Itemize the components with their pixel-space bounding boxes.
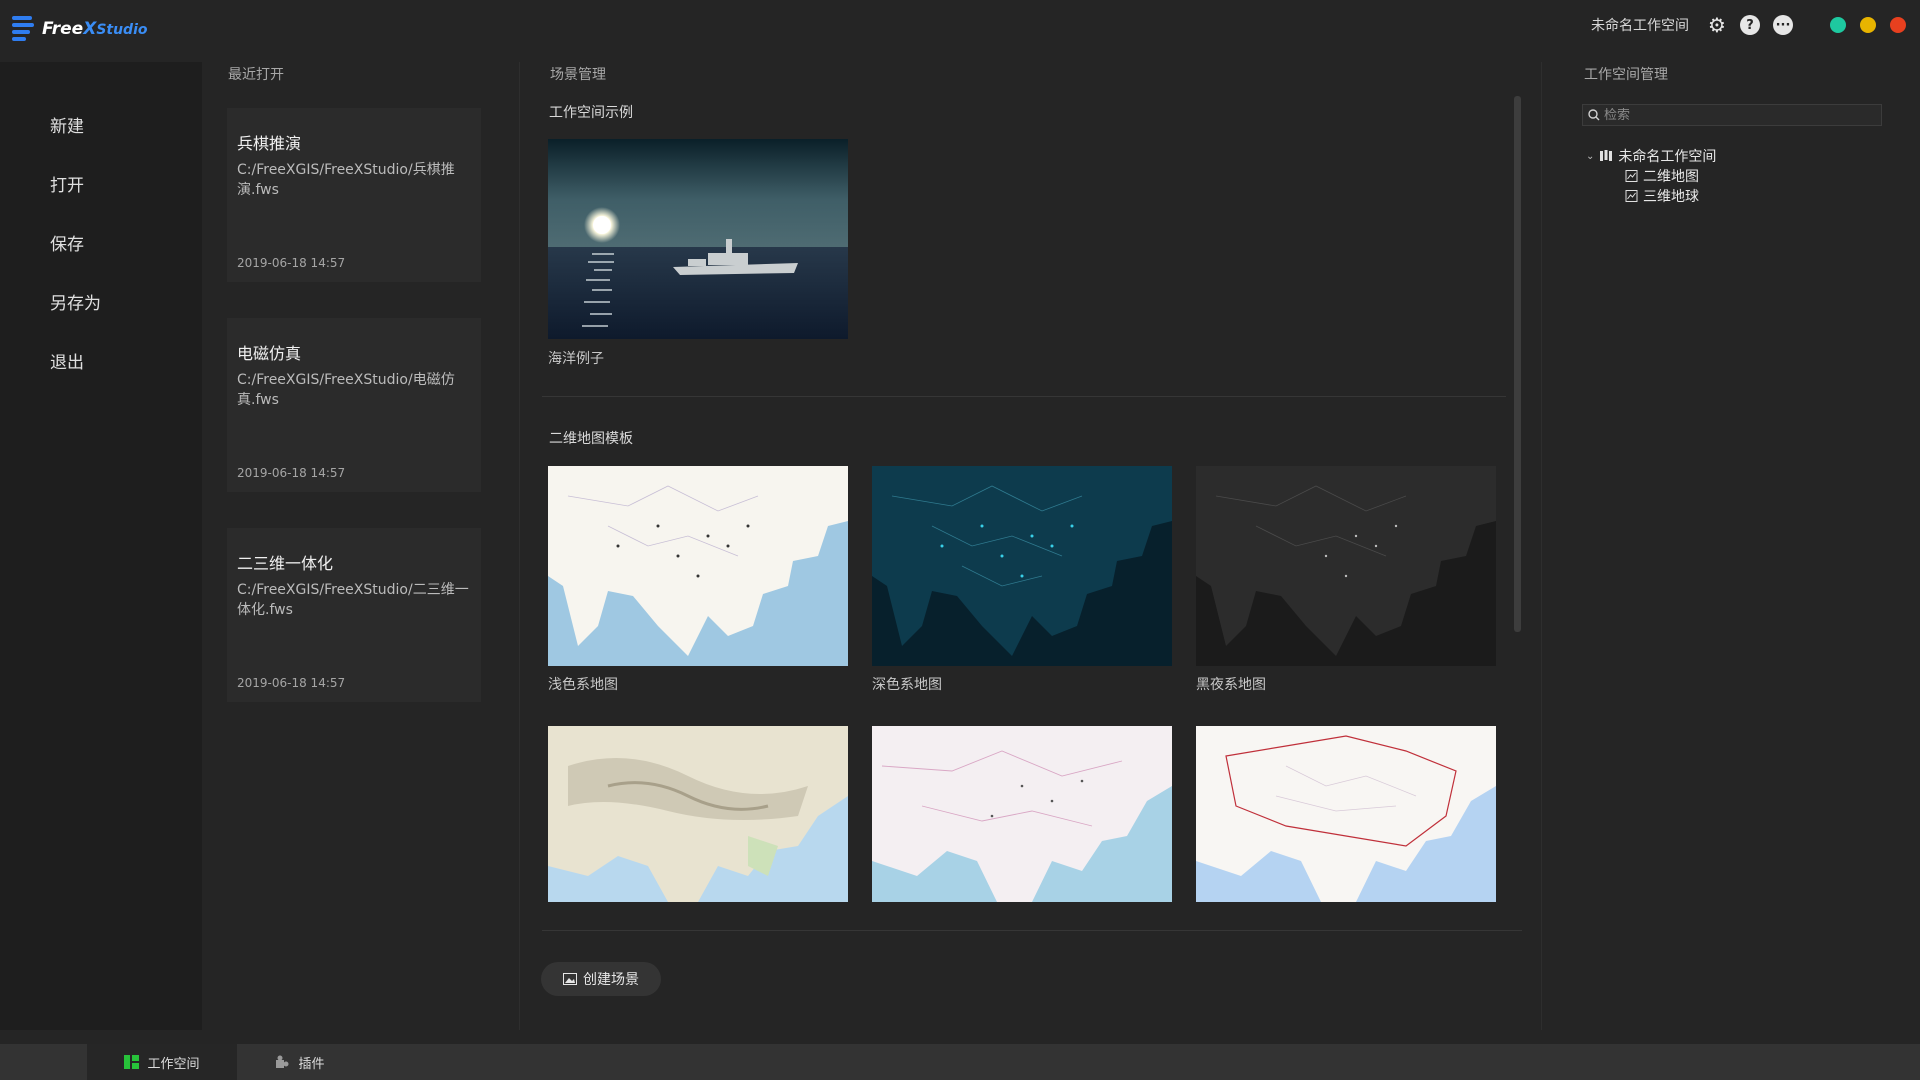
create-scene-button[interactable]: 创建场景 xyxy=(541,962,661,996)
menu-open[interactable]: 打开 xyxy=(50,171,84,196)
scene-scrollbar[interactable] xyxy=(1514,96,1521,632)
admin-map-thumbnail[interactable] xyxy=(1196,726,1496,902)
tree-item-3d-globe[interactable]: 三维地球 xyxy=(1625,186,1699,206)
plugin-icon xyxy=(276,1055,289,1068)
light-map-thumbnail[interactable] xyxy=(548,466,848,666)
create-scene-label: 创建场景 xyxy=(583,972,639,988)
menu-save[interactable]: 保存 xyxy=(50,230,84,255)
menu-exit[interactable]: 退出 xyxy=(50,348,84,373)
night-map-thumbnail[interactable] xyxy=(1196,466,1496,666)
tree-item-2d-map[interactable]: 二维地图 xyxy=(1625,166,1699,186)
window-minimize-dot[interactable] xyxy=(1830,17,1846,33)
image-icon xyxy=(563,973,577,985)
workspace-name: 未命名工作空间 xyxy=(1591,18,1689,34)
recent-card[interactable]: 电磁仿真 C:/FreeXGIS/FreeXStudio/电磁仿真.fws 20… xyxy=(227,318,481,492)
workspace-icon xyxy=(124,1055,140,1069)
scene-panel: 场景管理 工作空间示例 海洋例子 二维地图模板 浅色系地图 深色系地图 黑夜系地… xyxy=(521,62,1541,1030)
recent-card-path: C:/FreeXGIS/FreeXStudio/二三维一体化.fws xyxy=(237,582,469,618)
map-icon xyxy=(1600,150,1613,161)
recent-title: 最近打开 xyxy=(228,67,284,83)
template-section-title: 二维地图模板 xyxy=(549,431,633,447)
recent-card[interactable]: 兵棋推演 C:/FreeXGIS/FreeXStudio/兵棋推演.fws 20… xyxy=(227,108,481,282)
bottom-tab-bar: 工作空间 插件 xyxy=(0,1044,1920,1080)
search-input[interactable] xyxy=(1604,107,1864,123)
recent-card-path: C:/FreeXGIS/FreeXStudio/兵棋推演.fws xyxy=(237,162,455,198)
tab-plugins-label: 插件 xyxy=(298,1056,325,1072)
section-divider xyxy=(542,396,1506,397)
tree-root[interactable]: ⌄ 未命名工作空间 xyxy=(1586,146,1716,166)
recent-card[interactable]: 二三维一体化 C:/FreeXGIS/FreeXStudio/二三维一体化.fw… xyxy=(227,528,481,702)
chat-icon[interactable]: ··· xyxy=(1773,15,1793,35)
window-close-dot[interactable] xyxy=(1890,17,1906,33)
menu-save-as[interactable]: 另存为 xyxy=(50,289,101,314)
recent-card-path: C:/FreeXGIS/FreeXStudio/电磁仿真.fws xyxy=(237,372,455,408)
scene-title: 场景管理 xyxy=(550,67,606,83)
recent-card-title: 电磁仿真 xyxy=(237,344,302,363)
tree-item-label: 二维地图 xyxy=(1643,169,1699,185)
chevron-down-icon[interactable]: ⌄ xyxy=(1586,151,1594,162)
recent-card-title: 二三维一体化 xyxy=(237,554,334,573)
tab-workspace-label: 工作空间 xyxy=(147,1056,200,1072)
ocean-example-label: 海洋例子 xyxy=(548,351,604,367)
workspace-search[interactable] xyxy=(1582,104,1882,126)
tab-plugins[interactable]: 插件 xyxy=(237,1044,362,1080)
logo-text: FreeXStudio xyxy=(42,19,148,39)
workspace-title: 工作空间管理 xyxy=(1584,67,1668,83)
tab-workspace[interactable]: 工作空间 xyxy=(87,1044,237,1080)
dark-map-thumbnail[interactable] xyxy=(872,466,1172,666)
workspace-panel: 工作空间管理 ⌄ 未命名工作空间 二维地图 三维地球 xyxy=(1541,62,1920,1030)
bottom-divider xyxy=(542,930,1522,931)
file-menu: 新建 打开 保存 另存为 退出 xyxy=(0,62,202,1030)
scene-icon xyxy=(1625,170,1638,182)
help-icon[interactable]: ? xyxy=(1740,15,1760,35)
recent-card-date: 2019-06-18 14:57 xyxy=(237,466,346,480)
search-icon xyxy=(1588,109,1600,121)
menu-new[interactable]: 新建 xyxy=(50,112,84,137)
logo-icon xyxy=(10,14,36,44)
tree-item-label: 三维地球 xyxy=(1643,189,1699,205)
window-maximize-dot[interactable] xyxy=(1860,17,1876,33)
night-map-label: 黑夜系地图 xyxy=(1196,677,1266,693)
recent-card-date: 2019-06-18 14:57 xyxy=(237,256,346,270)
terrain-map-thumbnail[interactable] xyxy=(548,726,848,902)
recent-card-title: 兵棋推演 xyxy=(237,134,302,153)
recent-panel: 最近打开 兵棋推演 C:/FreeXGIS/FreeXStudio/兵棋推演.f… xyxy=(202,62,520,1030)
tree-root-label: 未命名工作空间 xyxy=(1618,149,1717,165)
pink-map-thumbnail[interactable] xyxy=(872,726,1172,902)
dark-map-label: 深色系地图 xyxy=(872,677,942,693)
recent-card-date: 2019-06-18 14:57 xyxy=(237,676,346,690)
gear-icon[interactable]: ⚙ xyxy=(1707,13,1727,37)
ocean-example-thumbnail[interactable] xyxy=(548,139,848,339)
title-bar: FreeXStudio 未命名工作空间 ⚙ ? ··· xyxy=(0,0,1920,62)
scene-icon xyxy=(1625,190,1638,202)
example-section-title: 工作空间示例 xyxy=(549,105,633,121)
light-map-label: 浅色系地图 xyxy=(548,677,618,693)
app-logo: FreeXStudio xyxy=(10,14,148,44)
